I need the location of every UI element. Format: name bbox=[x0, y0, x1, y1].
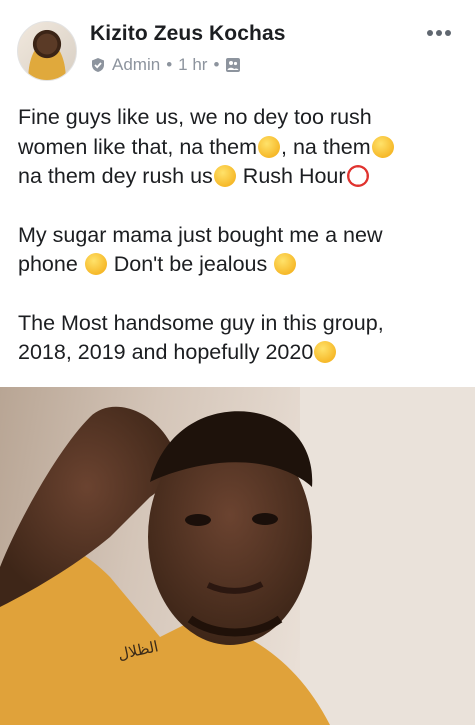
shield-check-icon bbox=[92, 58, 104, 72]
post-paragraph: Fine guys like us, we no dey too rush wom… bbox=[18, 103, 462, 192]
more-options-button[interactable] bbox=[422, 22, 456, 44]
grinning-sweat-emoji-icon bbox=[258, 135, 281, 158]
text-line: Don't be jealous bbox=[107, 252, 274, 276]
tears-of-joy-emoji-icon bbox=[213, 165, 236, 187]
post-meta: Admin • 1 hr • bbox=[90, 54, 241, 76]
text-line: na them dey rush us bbox=[18, 164, 213, 188]
author-avatar[interactable] bbox=[17, 21, 77, 81]
text-line: Fine guys like us, we no dey too rush bbox=[18, 105, 372, 129]
text-line: My sugar mama just bought me a new bbox=[18, 222, 383, 247]
text-line: , na them bbox=[281, 134, 371, 159]
alarm-clock-emoji-icon bbox=[346, 165, 369, 187]
author-name[interactable]: Kizito Zeus Kochas bbox=[90, 22, 286, 46]
relieved-smile-emoji-icon bbox=[314, 341, 337, 363]
smiling-blush-emoji-icon bbox=[84, 253, 107, 275]
text-line: 2018, 2019 and hopefully 2020 bbox=[18, 340, 314, 364]
post-photo[interactable]: الظلال bbox=[0, 387, 475, 725]
text-line: Rush Hour bbox=[236, 164, 346, 188]
more-dots-icon bbox=[427, 30, 451, 36]
winking-tongue-emoji-icon bbox=[274, 253, 297, 275]
author-role: Admin bbox=[112, 55, 161, 74]
post-time[interactable]: 1 hr bbox=[178, 55, 207, 75]
selfie-illustration: الظلال bbox=[0, 387, 475, 725]
group-photo-icon bbox=[226, 58, 241, 72]
meta-separator: • bbox=[213, 55, 220, 74]
text-line: phone bbox=[18, 252, 84, 276]
post-paragraph: The Most handsome guy in this group, 2018… bbox=[18, 309, 462, 368]
post-header: Kizito Zeus Kochas Admin • 1 hr • bbox=[0, 0, 475, 92]
post-paragraph: My sugar mama just bought me a new phone … bbox=[18, 221, 462, 280]
post-text: Fine guys like us, we no dey too rush wom… bbox=[18, 103, 462, 397]
meta-separator: • bbox=[166, 55, 173, 74]
text-line: women like that, na them bbox=[18, 134, 258, 159]
text-line: The Most handsome guy in this group, bbox=[18, 310, 384, 335]
grinning-sweat-emoji-icon bbox=[371, 135, 394, 158]
